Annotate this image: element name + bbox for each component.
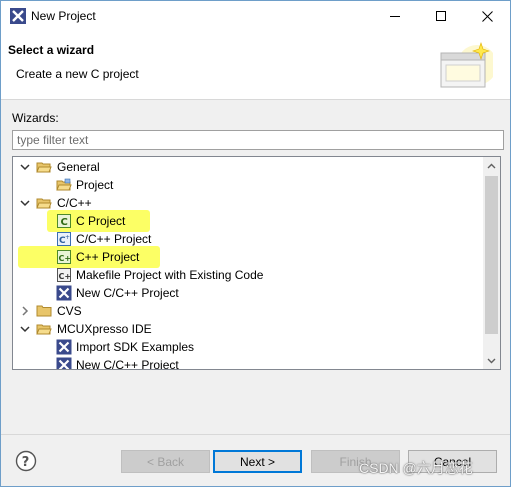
back-button[interactable]: < Back	[121, 450, 210, 473]
banner-subtitle: Create a new C project	[16, 67, 139, 81]
tree-scrollbar[interactable]	[483, 157, 500, 369]
maximize-button[interactable]	[418, 1, 464, 31]
tree-item-label: New C/C++ Project	[76, 286, 179, 300]
button-bar-divider	[1, 434, 510, 435]
folder-closed-icon	[36, 305, 52, 317]
close-button[interactable]	[464, 1, 510, 31]
minimize-icon	[390, 16, 400, 17]
maximize-icon	[436, 11, 446, 21]
scroll-up-button[interactable]	[483, 157, 500, 174]
eclipse-x-icon	[10, 8, 26, 24]
banner-title: Select a wizard	[8, 43, 95, 57]
tree-item-label: C/C++	[57, 196, 92, 210]
cpp-project-icon: C+	[57, 250, 72, 264]
makefile-project-icon: C+	[57, 268, 72, 282]
chevron-down-icon[interactable]	[19, 323, 31, 335]
tree-item-project[interactable]: Project	[13, 176, 483, 194]
tree-item-label: CVS	[57, 304, 82, 318]
c-project-icon: C	[57, 214, 71, 228]
tree-item-label: General	[57, 160, 100, 174]
chevron-down-icon	[487, 358, 496, 363]
wizard-tree[interactable]: General Project C/C++ C C Project C + C/C…	[12, 156, 501, 370]
wizard-banner-icon	[440, 42, 493, 88]
svg-text:C+: C+	[59, 272, 72, 281]
tree-item-label: C++ Project	[76, 250, 140, 264]
window-title: New Project	[31, 9, 96, 23]
new-project-dialog: New Project Select a wizard Create a new…	[0, 0, 511, 487]
tree-item-label: C/C++ Project	[76, 232, 152, 246]
tree-item-general[interactable]: General	[13, 158, 483, 176]
tree-item-label: C Project	[76, 214, 126, 228]
scroll-thumb[interactable]	[485, 176, 498, 334]
cpp-project-icon: C+	[57, 232, 71, 246]
chevron-down-icon[interactable]	[19, 161, 31, 173]
close-icon	[481, 10, 493, 22]
tree-item-makefile-project[interactable]: C+ Makefile Project with Existing Code	[13, 266, 483, 284]
next-button[interactable]: Next >	[213, 450, 302, 473]
watermark: CSDN @六月恋花	[359, 460, 473, 476]
wizard-banner: Select a wizard Create a new C project	[1, 31, 510, 100]
x-wizard-icon	[56, 357, 72, 369]
folder-open-icon	[36, 198, 52, 209]
project-folder-icon	[56, 178, 72, 191]
minimize-button[interactable]	[372, 1, 418, 31]
wizards-label: Wizards:	[12, 111, 59, 125]
chevron-right-icon[interactable]	[19, 305, 31, 317]
folder-open-icon	[36, 162, 52, 173]
folder-open-icon	[36, 324, 52, 335]
tree-item-import-sdk-examples[interactable]: Import SDK Examples	[13, 338, 483, 356]
svg-text:?: ?	[22, 455, 30, 470]
svg-text:C: C	[61, 217, 68, 228]
x-wizard-icon	[56, 339, 72, 355]
chevron-down-icon[interactable]	[19, 197, 31, 209]
x-wizard-icon	[56, 285, 72, 301]
title-bar[interactable]: New Project	[1, 1, 510, 31]
tree-item-new-c-cpp-project[interactable]: New C/C++ Project	[13, 284, 483, 302]
filter-input[interactable]	[12, 130, 504, 150]
tree-item-cpp-project[interactable]: C+ C++ Project	[13, 246, 483, 268]
tree-item-new-c-cpp-project-2[interactable]: New C/C++ Project	[13, 356, 483, 370]
tree-item-label: MCUXpresso IDE	[57, 322, 152, 336]
svg-text:C+: C+	[59, 254, 72, 263]
tree-item-label: Project	[76, 178, 114, 192]
tree-item-label: Import SDK Examples	[76, 340, 195, 354]
help-icon[interactable]: ?	[15, 450, 37, 472]
chevron-up-icon	[487, 163, 496, 168]
svg-text:+: +	[65, 234, 70, 241]
tree-item-c-project[interactable]: C C Project	[13, 210, 483, 232]
tree-item-mcuxpresso-ide[interactable]: MCUXpresso IDE	[13, 320, 483, 338]
tree-item-label: New C/C++ Project	[76, 358, 179, 370]
tree-item-label: Makefile Project with Existing Code	[76, 268, 264, 282]
scroll-down-button[interactable]	[483, 352, 500, 369]
tree-item-cvs[interactable]: CVS	[13, 302, 483, 320]
